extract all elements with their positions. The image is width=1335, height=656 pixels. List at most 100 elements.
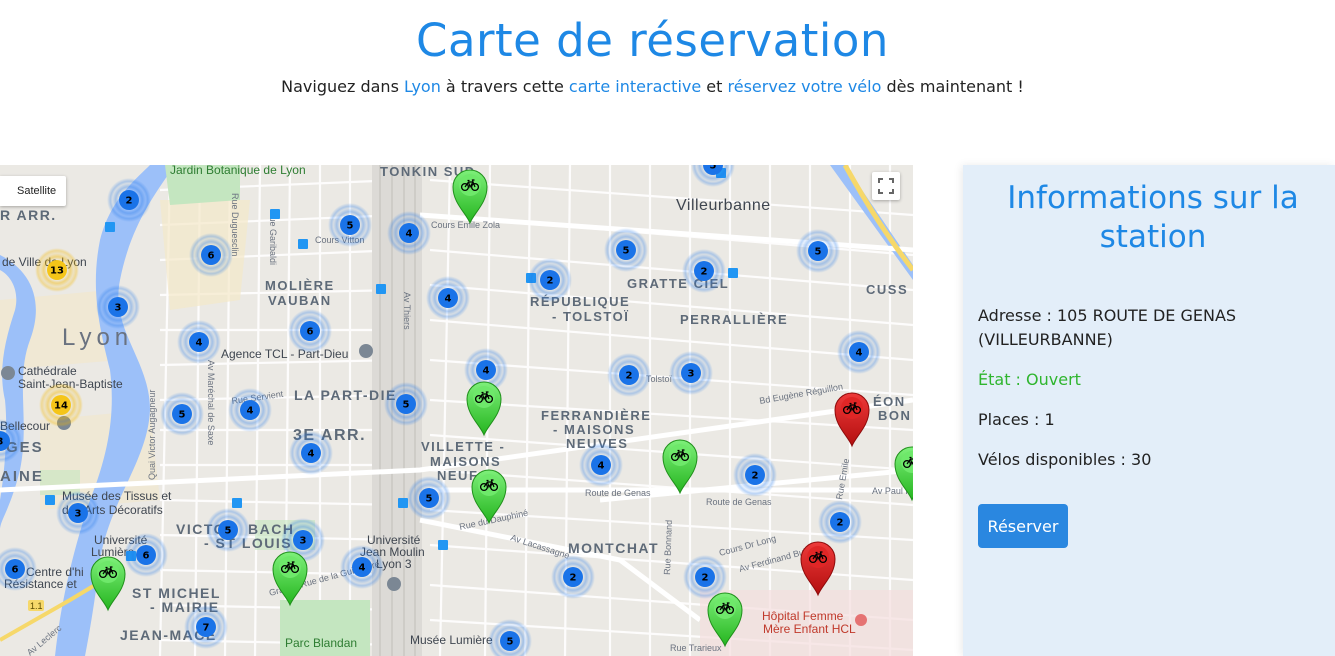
street-label: Rue Trarieux — [670, 643, 722, 653]
station-cluster[interactable]: 4 — [579, 443, 623, 487]
cluster-count: 14 — [54, 401, 68, 412]
station-cluster[interactable]: 2 — [682, 249, 726, 293]
station-cluster[interactable]: 4 — [837, 330, 881, 374]
station-cluster[interactable]: 5 — [384, 382, 428, 426]
map-label-bon: BON — [878, 408, 911, 423]
panel-title-line-1: Informations sur la — [1007, 180, 1299, 216]
map-label-hopital: Hôpital Femme — [762, 609, 844, 623]
cluster-count: 13 — [50, 266, 64, 277]
station-cluster[interactable]: 5 — [328, 203, 372, 247]
cluster-count: 2 — [570, 573, 577, 584]
cluster-count: 2 — [626, 371, 633, 382]
station-cluster[interactable]: 14 — [39, 383, 83, 427]
station-address-city: (VILLEURBANNE) — [978, 330, 1113, 349]
map-label-tolstoi: - TOLSTOÏ — [552, 309, 629, 324]
map-label-maisons: - MAISONS — [553, 422, 635, 437]
panel-title-line-2: station — [1099, 219, 1207, 255]
map-label-vauban: VAUBAN — [268, 293, 332, 308]
station-cluster[interactable]: 3 — [56, 491, 100, 535]
cluster-count: 2 — [547, 276, 554, 287]
cluster-count: 4 — [598, 461, 605, 472]
map-label-villette-3: NEUF — [437, 468, 478, 483]
cluster-count: 3 — [0, 437, 4, 448]
station-cluster[interactable]: 3 — [669, 351, 713, 395]
station-cluster[interactable]: 4 — [426, 276, 470, 320]
map-canvas[interactable]: Jardin Botanique de Lyon TONKIN SUD Vill… — [0, 165, 913, 656]
map-label-blandan: Parc Blandan — [285, 636, 357, 650]
highway-shield: 1.1 — [30, 601, 43, 611]
station-cluster[interactable]: 5 — [604, 228, 648, 272]
station-state: État : Ouvert — [978, 370, 1081, 389]
cluster-count: 5 — [710, 165, 717, 172]
map-label-hopital-2: Mère Enfant HCL — [763, 622, 856, 636]
subtitle-text: à travers cette — [440, 77, 569, 96]
cluster-count: 2 — [126, 196, 133, 207]
station-cluster[interactable]: 2 — [733, 453, 777, 497]
cluster-count: 5 — [426, 494, 433, 505]
cluster-count: 6 — [208, 251, 215, 262]
cluster-count: 2 — [702, 573, 709, 584]
station-cluster[interactable]: 7 — [184, 605, 228, 649]
cluster-count: 5 — [815, 247, 822, 258]
station-cluster[interactable]: 2 — [607, 353, 651, 397]
cluster-count: 5 — [179, 410, 186, 421]
map-label-cusset: CUSS — [866, 282, 908, 297]
station-map[interactable]: Jardin Botanique de Lyon TONKIN SUD Vill… — [0, 165, 913, 656]
station-cluster[interactable]: 4 — [387, 211, 431, 255]
subtitle-text: Naviguez dans — [281, 77, 404, 96]
subtitle-text: et — [701, 77, 728, 96]
station-cluster[interactable]: 5 — [206, 508, 250, 552]
subtitle-text: dès maintenant ! — [881, 77, 1024, 96]
station-cluster[interactable]: 4 — [289, 431, 333, 475]
reserve-button[interactable]: Réserver — [978, 504, 1068, 548]
street-label: Quai Victor Augagneur — [147, 390, 157, 480]
map-label-perralliere: PERRALLIÈRE — [680, 312, 788, 327]
station-cluster[interactable]: 3 — [96, 285, 140, 329]
map-label-cathedrale: Cathédrale — [18, 364, 77, 378]
street-label: Route de Genas — [706, 497, 772, 507]
station-cluster[interactable]: 2 — [683, 555, 727, 599]
map-label-partdieu: LA PART-DIE — [294, 387, 397, 403]
cluster-count: 6 — [307, 327, 314, 338]
fullscreen-icon — [878, 178, 894, 194]
fullscreen-button[interactable] — [872, 172, 900, 200]
subtitle-city-link: Lyon — [404, 77, 441, 96]
cluster-count: 4 — [406, 229, 413, 240]
cluster-count: 6 — [143, 551, 150, 562]
map-label-arr1: R ARR. — [0, 207, 57, 223]
map-label-villeurbanne: Villeurbanne — [676, 197, 771, 214]
station-cluster[interactable]: 13 — [35, 248, 79, 292]
cluster-count: 4 — [445, 294, 452, 305]
station-cluster[interactable]: 6 — [124, 533, 168, 577]
street-label: Rue Duguesclin — [230, 193, 240, 257]
street-label: Cours Emile Zola — [431, 220, 500, 230]
station-cluster[interactable]: 4 — [177, 320, 221, 364]
page-subtitle: Naviguez dans Lyon à travers cette carte… — [0, 77, 1305, 96]
page-title: Carte de réservation — [416, 14, 889, 67]
cluster-count: 4 — [856, 348, 863, 359]
satellite-toggle[interactable]: Satellite — [0, 176, 66, 206]
station-cluster[interactable]: 6 — [189, 233, 233, 277]
subtitle-book-link: réservez votre vélo — [727, 77, 882, 96]
cluster-count: 6 — [12, 565, 19, 576]
station-cluster[interactable]: 2 — [107, 178, 151, 222]
cluster-count: 4 — [308, 449, 315, 460]
station-cluster[interactable]: 5 — [407, 476, 451, 520]
station-cluster[interactable]: 2 — [528, 258, 572, 302]
subtitle-map-link: carte interactive — [568, 77, 702, 96]
cluster-count: 5 — [347, 221, 354, 232]
cluster-count: 2 — [752, 471, 759, 482]
station-cluster[interactable]: 4 — [228, 388, 272, 432]
station-address: Adresse : 105 ROUTE DE GENAS — [978, 306, 1237, 325]
station-cluster[interactable]: 4 — [340, 545, 384, 589]
station-cluster[interactable]: 5 — [796, 229, 840, 273]
map-label-jardin: Jardin Botanique de Lyon — [170, 165, 306, 177]
station-cluster[interactable]: 2 — [818, 500, 862, 544]
map-label-leon: ÉON — [873, 394, 906, 409]
station-cluster[interactable]: 2 — [551, 555, 595, 599]
cluster-count: 5 — [225, 526, 232, 537]
cluster-count: 4 — [359, 563, 366, 574]
street-label: Rue Bonnand — [662, 520, 674, 575]
station-cluster[interactable]: 6 — [288, 309, 332, 353]
station-cluster[interactable]: 5 — [160, 392, 204, 436]
